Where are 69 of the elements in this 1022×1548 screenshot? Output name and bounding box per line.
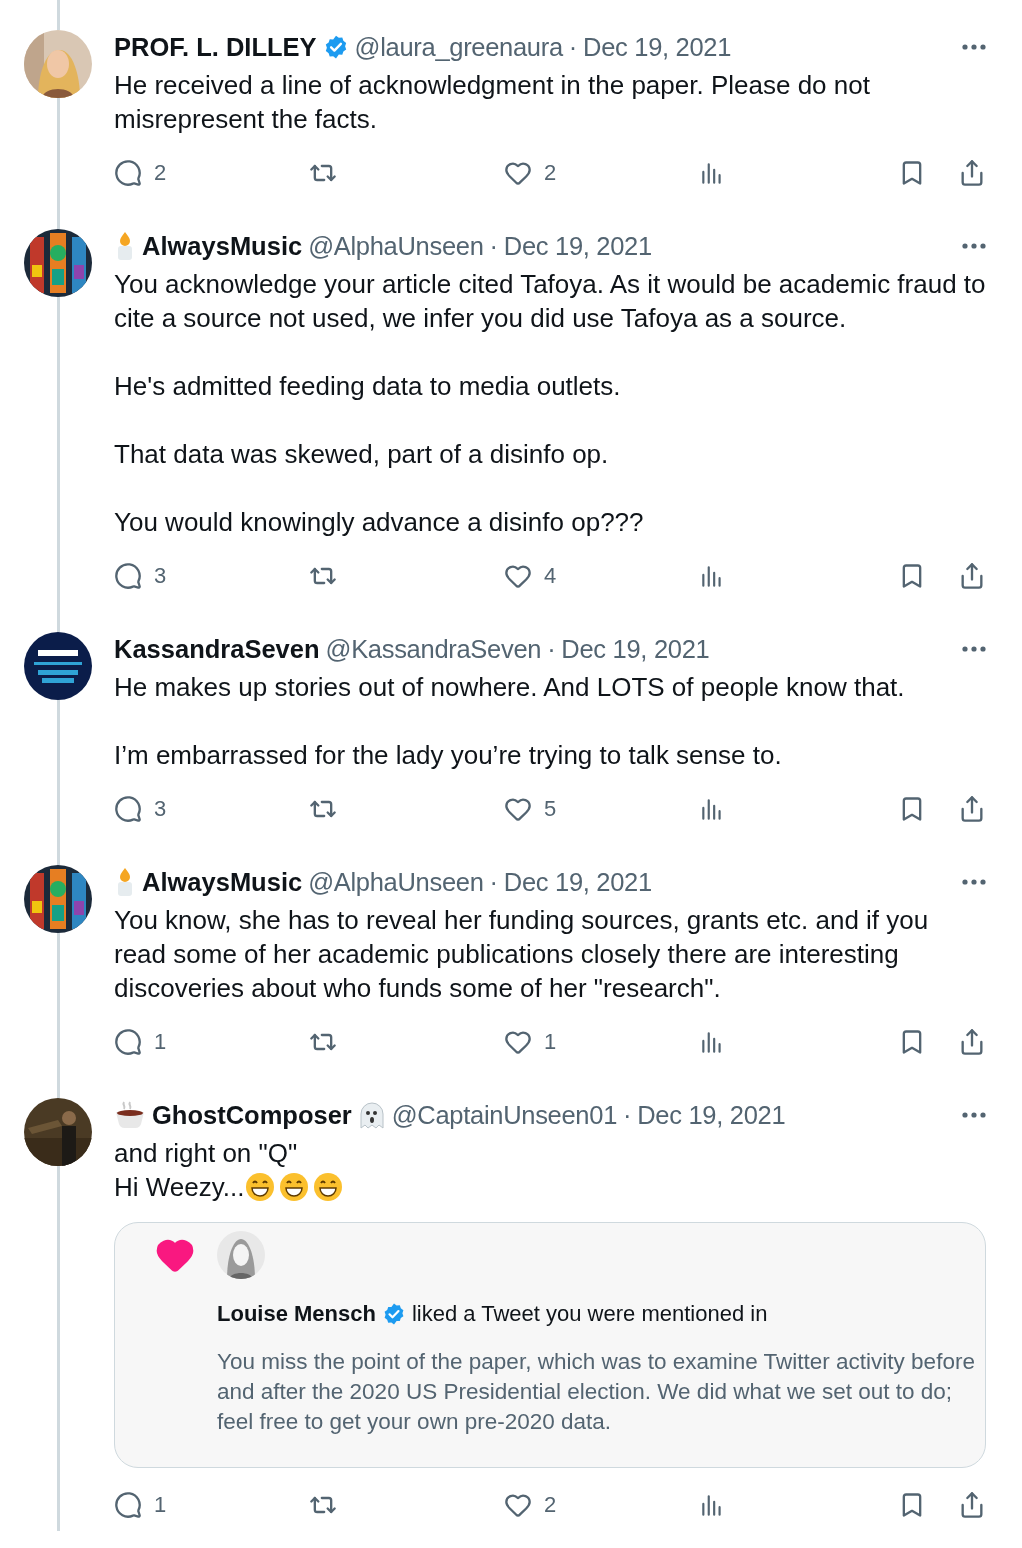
post-date[interactable]: Dec 19, 2021 [637,1100,786,1130]
ghost-icon [357,1100,386,1130]
notification-text: liked a Tweet you were mentioned in [411,1301,768,1327]
author-name[interactable]: AlwaysMusic [142,231,303,261]
speech-bubble-icon [114,1028,142,1056]
reply-button[interactable]: 3 [114,795,309,823]
heart-icon [504,795,532,823]
author-name[interactable]: KassandraSeven [114,634,320,664]
author-handle[interactable]: @laura_greenaura [354,32,563,62]
speech-bubble-icon [114,159,142,187]
author-handle[interactable]: @AlphaUnseen [308,867,484,897]
like-button[interactable]: 2 [504,1491,699,1519]
post-date[interactable]: Dec 19, 2021 [561,634,710,664]
like-button[interactable]: 4 [504,562,699,590]
more-options-button[interactable] [962,44,986,50]
separator-dot: · [547,634,556,664]
post-date[interactable]: Dec 19, 2021 [503,867,652,897]
separator-dot: · [568,32,578,62]
author-handle[interactable]: @CaptainUnseen01 [391,1100,618,1130]
heart-icon [504,159,532,187]
reply-button[interactable]: 1 [114,1028,309,1056]
speech-bubble-icon [114,562,142,590]
more-icon [962,646,986,652]
post-text: I’m embarrassed for the lady you’re trying to talk sense to. [114,739,782,772]
post-text: You would knowingly advance a disinfo op??? [114,506,644,539]
post-text: He's admitted feeding data to media outlets. [114,370,621,403]
post-text: You acknowledge your article cited Tafoya. As it would be academic fraud to cite a source not used, we infer you did use Tafoya as a source. [114,268,986,335]
post-date[interactable]: Dec 19, 2021 [503,231,652,261]
post-text: He makes up stories out of nowhere. And LOTS of people know that. [114,671,905,704]
author-handle[interactable]: @AlphaUnseen [308,231,484,261]
quoted-text: You miss the point of the paper, which was to examine Twitter activity before and after the 2020 US Presidential election. We did what we set out to do; feel free to get your own pre-2020 data. [217,1348,976,1436]
more-icon [962,243,986,249]
author-name[interactable]: AlwaysMusic [142,867,303,897]
like-button[interactable]: 5 [504,795,699,823]
heart-icon [504,562,532,590]
post-text: He received a line of acknowledgment in the paper. Please do not misrepresent the facts. [114,69,871,136]
more-icon [962,44,986,50]
post-text: That data was skewed, part of a disinfo op. [114,438,609,471]
separator-dot: · [489,231,498,261]
grinning-face-icon [278,1172,309,1202]
post-date[interactable]: Dec 19, 2021 [583,32,732,62]
post-text: Hi Weezy... [114,1171,245,1204]
reply-button[interactable]: 3 [114,562,309,590]
author-name[interactable]: GhostComposer [152,1100,352,1130]
heart-icon [504,1028,532,1056]
author-handle[interactable]: @KassandraSeven [325,634,542,664]
separator-dot: · [489,867,498,897]
coffee-cup-icon [114,1100,146,1130]
separator-dot: · [623,1100,632,1130]
more-options-button[interactable] [962,879,986,885]
grinning-face-icon [244,1172,275,1202]
more-options-button[interactable] [962,1112,986,1118]
post-text: You know, she has to reveal her funding sources, grants etc. and if you read some of her academic publications closely there are interesting discoveries about who funds some of her "research". [114,904,930,1005]
liker-name[interactable]: Louise Mensch [217,1301,376,1327]
author-name[interactable]: PROF. L. DILLEY [114,32,317,62]
more-options-button[interactable] [962,646,986,652]
heart-icon [504,1491,532,1519]
speech-bubble-icon [114,795,142,823]
reply-button[interactable]: 2 [114,159,309,187]
reply-button[interactable]: 1 [114,1491,309,1519]
grinning-face-icon [312,1172,343,1202]
more-options-button[interactable] [962,243,986,249]
more-icon [962,879,986,885]
speech-bubble-icon [114,1491,142,1519]
like-button[interactable]: 1 [504,1028,699,1056]
more-icon [962,1112,986,1118]
like-button[interactable]: 2 [504,159,699,187]
notification-card[interactable] [114,1222,986,1468]
post-text: and right on "Q" [114,1137,298,1170]
